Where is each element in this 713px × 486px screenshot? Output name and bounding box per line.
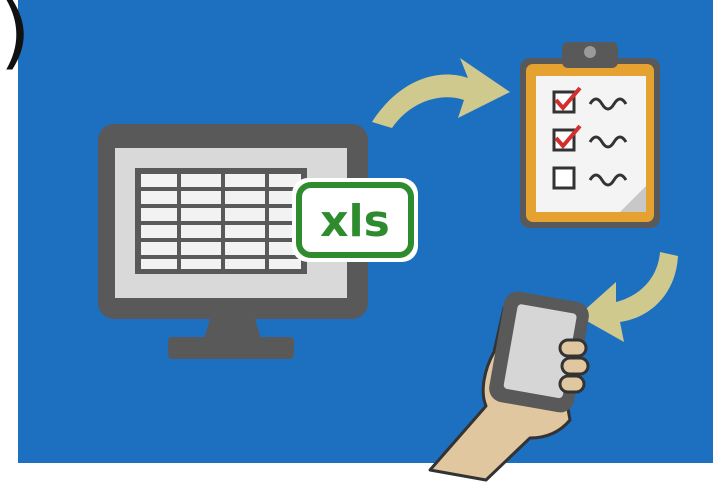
- arrow-icon-bottom: [578, 252, 678, 342]
- clipboard-icon: [520, 42, 660, 228]
- artwork: xls: [98, 42, 678, 482]
- hand-fingers: [558, 338, 590, 394]
- xls-badge: xls: [292, 178, 418, 262]
- arrow-icon-top: [372, 58, 510, 128]
- xls-label: xls: [320, 196, 390, 247]
- illustration: ) xls: [0, 0, 713, 486]
- spreadsheet-icon: [135, 168, 307, 274]
